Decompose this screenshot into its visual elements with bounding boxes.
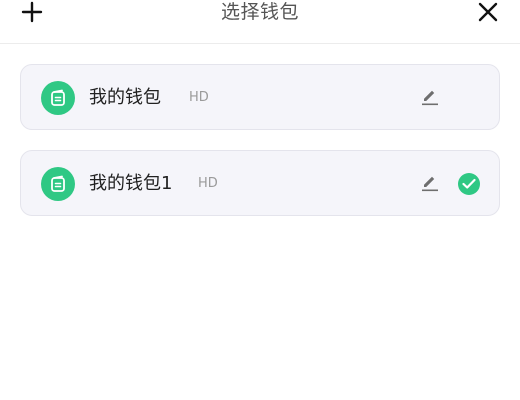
close-icon (478, 2, 498, 22)
wallet-icon (41, 167, 75, 201)
page-title: 选择钱包 (220, 1, 299, 23)
wallet-name: 我的钱包1 (89, 173, 173, 194)
wallet-item-selected[interactable]: 我的钱包1 HD (20, 150, 500, 216)
edit-pencil-icon (422, 90, 438, 106)
close-button[interactable] (476, 0, 500, 24)
wallet-name: 我的钱包 (89, 87, 161, 108)
wallet-icon (41, 81, 75, 115)
wallet-type-tag: HD (189, 90, 209, 105)
edit-pencil-icon (422, 176, 438, 192)
wallet-item[interactable]: 我的钱包 HD (20, 64, 500, 130)
wallet-list: 我的钱包 HD 我的钱包1 HD (20, 64, 500, 236)
header-bar: 选择钱包 (0, 0, 520, 44)
wallet-type-tag: HD (198, 176, 218, 191)
edit-wallet-button[interactable] (421, 174, 439, 192)
edit-wallet-button[interactable] (421, 88, 439, 106)
selected-check-icon (458, 173, 480, 195)
